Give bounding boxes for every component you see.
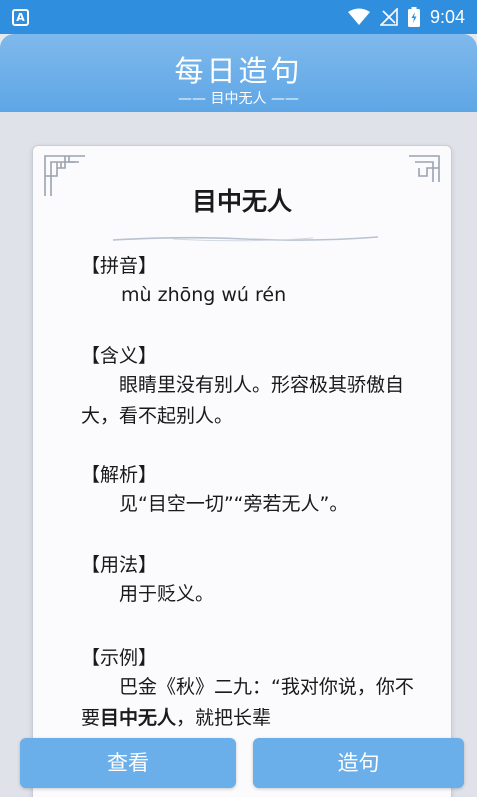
- pinyin-section: 【拼音】 mù zhōng wú rén: [81, 252, 421, 310]
- page-title: 每日造句: [174, 54, 303, 88]
- page-subtitle: —— 目中无人 ——: [178, 91, 299, 107]
- analysis-text: 见“目空一切”“旁若无人”。: [119, 493, 349, 515]
- page-header: 每日造句 —— 目中无人 ——: [0, 34, 477, 112]
- example-text: 巴金《秋》二九：“我对你说，你不要目中无人，就把长辈: [81, 672, 421, 734]
- wifi-icon: [347, 8, 370, 26]
- meaning-section: 【含义】 眼睛里没有别人。形容极其骄傲自大，看不起别人。: [81, 342, 421, 432]
- example-section: 【示例】 巴金《秋》二九：“我对你说，你不要目中无人，就把长辈: [81, 644, 421, 734]
- usage-label: 【用法】: [81, 554, 158, 576]
- battery-icon: [407, 7, 420, 27]
- analysis-section: 【解析】 见“目空一切”“旁若无人”。: [81, 461, 421, 520]
- usage-section: 【用法】 用于贬义。: [81, 551, 421, 610]
- analysis-label: 【解析】: [81, 464, 158, 486]
- meaning-label: 【含义】: [81, 345, 158, 367]
- status-time: 9:04: [429, 6, 465, 27]
- title-divider: [113, 236, 378, 242]
- signal-icon: [379, 8, 398, 26]
- example-text-post: ，就把长辈: [176, 707, 272, 729]
- example-highlight: 目中无人: [100, 707, 177, 729]
- view-button[interactable]: 查看: [20, 738, 236, 788]
- make-sentence-button[interactable]: 造句: [253, 738, 464, 788]
- meaning-text: 眼睛里没有别人。形容极其骄傲自大，看不起别人。: [81, 374, 405, 427]
- idiom-title: 目中无人: [191, 187, 292, 216]
- pinyin-label: 【拼音】: [81, 255, 158, 277]
- usage-text: 用于贬义。: [119, 583, 215, 605]
- pinyin-text: mù zhōng wú rén: [121, 284, 287, 306]
- status-icons: 9:04: [347, 6, 465, 28]
- app-notification-icon: A: [12, 9, 29, 26]
- example-label: 【示例】: [81, 647, 158, 669]
- idiom-card: 目中无人 【拼音】 mù zhōng wú rén 【含义】 眼睛里没有别人。形…: [32, 145, 452, 797]
- status-bar: A 9:04: [0, 0, 477, 34]
